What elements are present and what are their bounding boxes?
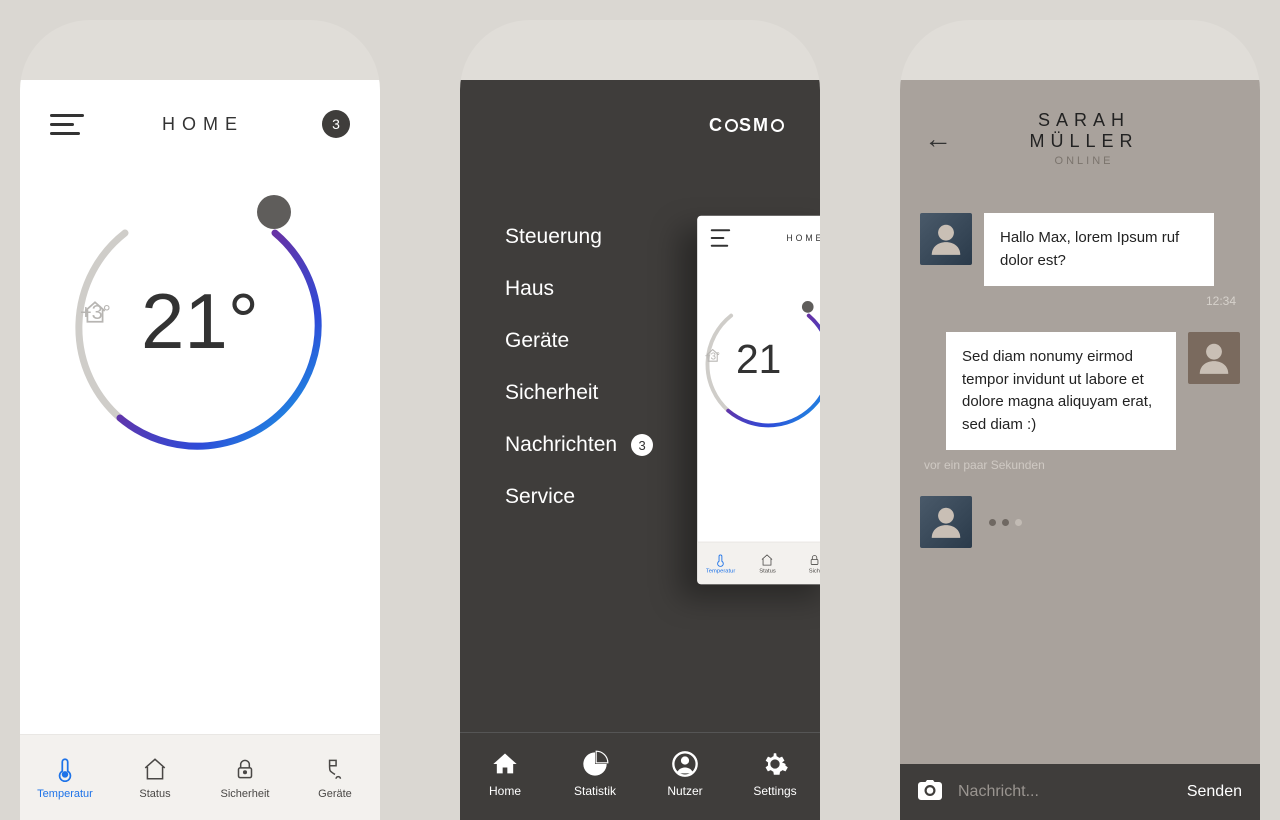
menu-icon[interactable] xyxy=(50,114,84,135)
notification-badge[interactable]: 3 xyxy=(322,110,350,138)
message-time: vor ein paar Sekunden xyxy=(924,458,1240,472)
drawer-steuerung[interactable]: Steuerung xyxy=(505,225,653,249)
page-title: HOME xyxy=(786,233,820,243)
nav-nutzer[interactable]: Nutzer xyxy=(640,733,730,814)
tab-temperatur[interactable]: Temperatur xyxy=(20,735,110,820)
tab-status[interactable]: Status xyxy=(110,735,200,820)
camera-icon[interactable] xyxy=(918,780,942,805)
bottom-tabs: Temperatur Status Sicherheit Geräte xyxy=(20,734,380,820)
message-bubble: Hallo Max, lorem Ipsum ruf dolor est? xyxy=(984,213,1214,286)
drawer-service[interactable]: Service xyxy=(505,485,653,509)
nav-statistik[interactable]: Statistik xyxy=(550,733,640,814)
brand-o-icon xyxy=(771,119,784,132)
avatar[interactable] xyxy=(920,213,972,265)
screen-preview-card[interactable]: HOME +3° 21 Temperatur xyxy=(697,216,820,585)
bottom-nav: Home Statistik Nutzer Settings xyxy=(460,732,820,820)
drawer-geraete[interactable]: Geräte xyxy=(505,329,653,353)
avatar[interactable] xyxy=(920,496,972,548)
avatar[interactable] xyxy=(1188,332,1240,384)
tab-geraete[interactable]: Geräte xyxy=(290,735,380,820)
nav-settings[interactable]: Settings xyxy=(730,733,820,814)
drawer-badge: 3 xyxy=(631,434,653,456)
nav-drawer: Steuerung Haus Geräte Sicherheit Nachric… xyxy=(505,225,653,509)
message-time: 12:34 xyxy=(920,294,1236,308)
drawer-nachrichten[interactable]: Nachrichten 3 xyxy=(505,433,653,457)
tab-sicherheit[interactable]: Sicherheit xyxy=(200,735,290,820)
temperature-value: 21° xyxy=(60,276,340,367)
typing-indicator xyxy=(920,496,1240,548)
brand-o-icon xyxy=(725,119,738,132)
message-input[interactable] xyxy=(958,783,1171,801)
message-outgoing: Sed diam nonumy eirmod tempor invidunt u… xyxy=(920,332,1240,450)
brand-logo: CSM xyxy=(709,115,785,136)
send-button[interactable]: Senden xyxy=(1187,783,1242,801)
nav-home[interactable]: Home xyxy=(460,733,550,814)
temperature-dial[interactable]: +3° 21° xyxy=(60,188,340,468)
menu-icon xyxy=(711,229,730,246)
drawer-haus[interactable]: Haus xyxy=(505,277,653,301)
typing-dots-icon xyxy=(986,513,1025,531)
chat-contact-name: SARAH MÜLLER xyxy=(1002,110,1166,152)
back-button[interactable]: ← xyxy=(924,123,952,155)
drawer-sicherheit[interactable]: Sicherheit xyxy=(505,381,653,405)
message-bubble: Sed diam nonumy eirmod tempor invidunt u… xyxy=(946,332,1176,450)
compose-bar: Senden xyxy=(900,764,1260,820)
message-incoming: Hallo Max, lorem Ipsum ruf dolor est? xyxy=(920,213,1240,286)
chat-contact-status: ONLINE xyxy=(1002,155,1166,167)
dial-knob[interactable] xyxy=(257,195,291,229)
page-title: HOME xyxy=(162,114,244,135)
